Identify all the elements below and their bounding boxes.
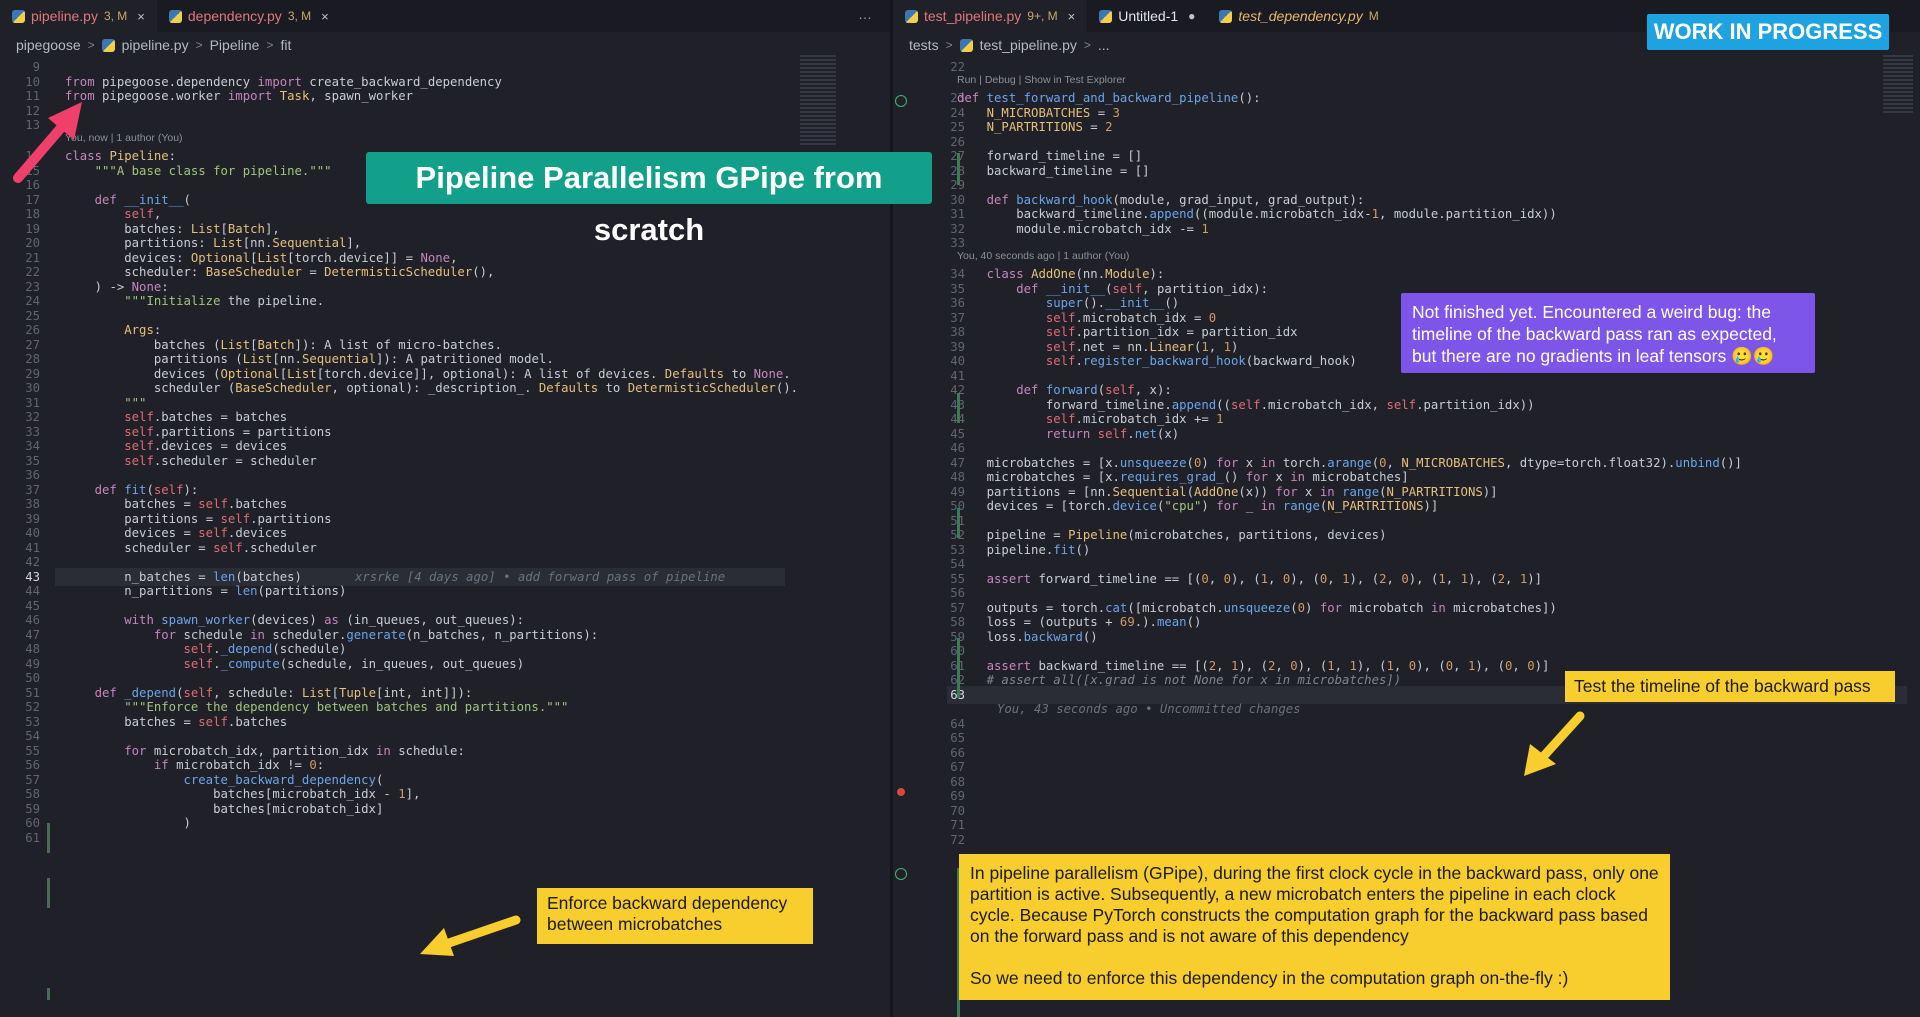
- git-added-bar: [957, 153, 960, 185]
- chevron-right-icon: >: [945, 38, 953, 52]
- check-circle-icon[interactable]: [895, 95, 907, 107]
- tab-label: dependency.py: [187, 8, 282, 24]
- explanation-paragraph-2: So we need to enforce this dependency in…: [970, 968, 1569, 988]
- pink-arrow-icon: [13, 102, 82, 183]
- breadcrumb-item[interactable]: pipegoose: [16, 37, 81, 53]
- git-added-bar: [957, 393, 960, 423]
- explanation-note: In pipeline parallelism (GPipe), during …: [959, 854, 1670, 1000]
- git-added-bar: [957, 638, 960, 698]
- explanation-paragraph-1: In pipeline parallelism (GPipe), during …: [970, 863, 1659, 946]
- python-file-icon: [1099, 9, 1113, 23]
- git-added-bar: [957, 508, 960, 538]
- breadcrumb-item[interactable]: ...: [1098, 37, 1110, 53]
- python-file-icon: [101, 38, 115, 52]
- title-banner: Pipeline Parallelism GPipe from scratch: [366, 152, 932, 247]
- yellow-arrow-timeline-icon: [1524, 711, 1585, 776]
- close-icon[interactable]: ×: [137, 9, 145, 24]
- tab-dependency-py[interactable]: dependency.py 3, M ×: [156, 0, 341, 32]
- left-tab-bar: pipeline.py 3, M × dependency.py 3, M × …: [0, 0, 890, 32]
- git-modified-bar: [47, 988, 50, 1000]
- chevron-right-icon: >: [87, 38, 95, 52]
- work-in-progress-badge: WORK IN PROGRESS: [1647, 14, 1889, 50]
- left-breadcrumb: pipegoose > pipeline.py > Pipeline > fit: [0, 32, 890, 58]
- chevron-right-icon: >: [1083, 38, 1091, 52]
- tab-test_pipeline-py[interactable]: test_pipeline.py 9+, M ×: [893, 0, 1088, 32]
- minimap[interactable]: [800, 55, 836, 145]
- bug-note: Not finished yet. Encountered a weird bu…: [1401, 293, 1815, 373]
- timeline-note: Test the timeline of the backward pass: [1565, 671, 1895, 702]
- breadcrumb-item[interactable]: tests: [909, 37, 939, 53]
- tab-label: test_dependency.py: [1238, 8, 1363, 24]
- unsaved-dot-icon[interactable]: ●: [1188, 9, 1195, 23]
- codelens-34[interactable]: You, 40 seconds ago | 1 author (You): [957, 247, 1129, 265]
- breadcrumb-item[interactable]: fit: [280, 37, 291, 53]
- line-number: 72: [950, 832, 965, 847]
- yellow-arrow-enforce-icon: [420, 915, 521, 956]
- tab-label: test_pipeline.py: [924, 8, 1022, 24]
- tab-label: pipeline.py: [31, 8, 98, 24]
- chevron-right-icon: >: [266, 38, 274, 52]
- tab-badge: 3, M: [103, 9, 128, 23]
- more-actions-icon[interactable]: …: [858, 6, 872, 22]
- tab-pipeline-py[interactable]: pipeline.py 3, M ×: [0, 0, 157, 32]
- breadcrumb-item[interactable]: pipeline.py: [122, 37, 189, 53]
- breakpoint-icon[interactable]: [897, 788, 905, 796]
- close-icon[interactable]: ×: [321, 9, 329, 24]
- git-modified-bar: [47, 878, 50, 908]
- chevron-right-icon: >: [195, 38, 203, 52]
- python-file-icon: [168, 9, 182, 23]
- python-file-icon: [905, 9, 918, 23]
- breadcrumb-item[interactable]: test_pipeline.py: [980, 37, 1077, 53]
- check-circle-icon[interactable]: [895, 868, 907, 880]
- code-line: 72: [893, 831, 1920, 849]
- python-file-icon: [959, 38, 973, 52]
- minimap[interactable]: [1883, 55, 1913, 115]
- python-file-icon: [12, 9, 25, 23]
- tab-Untitled-1[interactable]: Untitled-1 ●: [1087, 0, 1208, 32]
- tab-badge: M: [1368, 9, 1379, 23]
- enforce-dependency-note: Enforce backward dependency between micr…: [537, 888, 813, 944]
- tab-label: Untitled-1: [1118, 8, 1179, 24]
- tab-test_dependency-py[interactable]: test_dependency.py M: [1207, 0, 1391, 32]
- breadcrumb-item[interactable]: Pipeline: [210, 37, 260, 53]
- python-file-icon: [1219, 9, 1233, 23]
- codelens-23[interactable]: Run | Debug | Show in Test Explorer: [957, 71, 1126, 89]
- line-number: 61: [25, 830, 40, 845]
- code-line: 61: [0, 829, 890, 847]
- tab-badge: 9+, M: [1027, 9, 1058, 23]
- git-modified-bar: [47, 823, 50, 853]
- tab-badge: 3, M: [287, 9, 312, 23]
- close-icon[interactable]: ×: [1068, 9, 1076, 24]
